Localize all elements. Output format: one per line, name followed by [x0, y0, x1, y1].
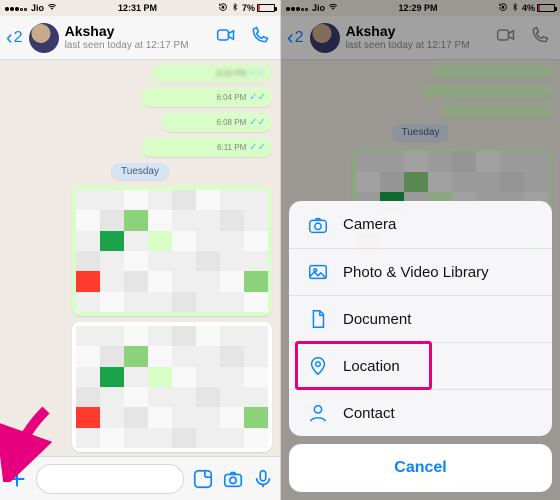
bluetooth-icon — [231, 2, 239, 14]
message-input-bar — [0, 456, 280, 500]
voice-call-button[interactable] — [246, 25, 274, 50]
camera-button[interactable] — [222, 468, 244, 490]
back-count: 2 — [14, 29, 23, 47]
battery-indicator: 7% — [242, 3, 275, 13]
sheet-item-document[interactable]: Document — [289, 295, 552, 342]
sheet-item-photo-library[interactable]: Photo & Video Library — [289, 248, 552, 295]
location-pin-icon — [307, 355, 329, 377]
wifi-icon — [47, 2, 57, 14]
attach-button[interactable] — [6, 468, 28, 490]
day-separator: Tuesday — [111, 163, 169, 180]
mic-button[interactable] — [252, 468, 274, 490]
sheet-item-label: Document — [343, 311, 411, 328]
chevron-left-icon: ‹ — [6, 28, 13, 48]
image-message[interactable] — [72, 186, 272, 316]
back-button[interactable]: ‹ 2 — [6, 28, 23, 48]
sheet-item-contact[interactable]: Contact — [289, 389, 552, 436]
screenshot-left: Jio 12:31 PM 7% ‹ 2 Aksh — [0, 0, 280, 500]
carrier-label: Jio — [31, 3, 44, 13]
avatar[interactable] — [29, 23, 59, 53]
chat-header: ‹ 2 Akshay last seen today at 12:17 PM — [0, 16, 280, 60]
screenshot-right: Jio 12:29 PM 4% ‹ 2 Akshay last seen — [280, 0, 560, 500]
sheet-item-label: Contact — [343, 405, 395, 422]
attachment-action-sheet: Camera Photo & Video Library Document Lo… — [289, 201, 552, 492]
signal-dots-icon — [5, 3, 28, 13]
message-input[interactable] — [36, 464, 184, 494]
image-icon — [307, 261, 329, 283]
contact-icon — [307, 402, 329, 424]
camera-icon — [307, 214, 329, 236]
status-bar: Jio 12:31 PM 7% — [0, 0, 280, 16]
sheet-item-label: Photo & Video Library — [343, 264, 489, 281]
sheet-item-label: Camera — [343, 216, 396, 233]
video-call-button[interactable] — [212, 25, 240, 50]
statusbar-time: 12:31 PM — [118, 3, 157, 13]
chat-body[interactable]: 6:04 PM✓✓ 6:04 PM✓✓ 6:08 PM✓✓ 6:11 PM✓✓ … — [0, 60, 280, 456]
message-bubble[interactable]: 6:08 PM✓✓ — [162, 113, 272, 132]
sheet-cancel-button[interactable]: Cancel — [289, 444, 552, 492]
message-bubble[interactable]: 6:04 PM✓✓ — [152, 64, 272, 82]
contact-title[interactable]: Akshay last seen today at 12:17 PM — [65, 24, 206, 50]
message-bubble[interactable]: 6:04 PM✓✓ — [142, 88, 272, 107]
sticker-button[interactable] — [192, 468, 214, 490]
rotation-lock-icon — [218, 2, 228, 14]
image-message[interactable] — [72, 322, 272, 452]
sheet-item-location[interactable]: Location — [289, 342, 552, 389]
message-bubble[interactable]: 6:11 PM✓✓ — [142, 138, 272, 157]
sheet-item-camera[interactable]: Camera — [289, 201, 552, 248]
document-icon — [307, 308, 329, 330]
sheet-item-label: Location — [343, 358, 400, 375]
